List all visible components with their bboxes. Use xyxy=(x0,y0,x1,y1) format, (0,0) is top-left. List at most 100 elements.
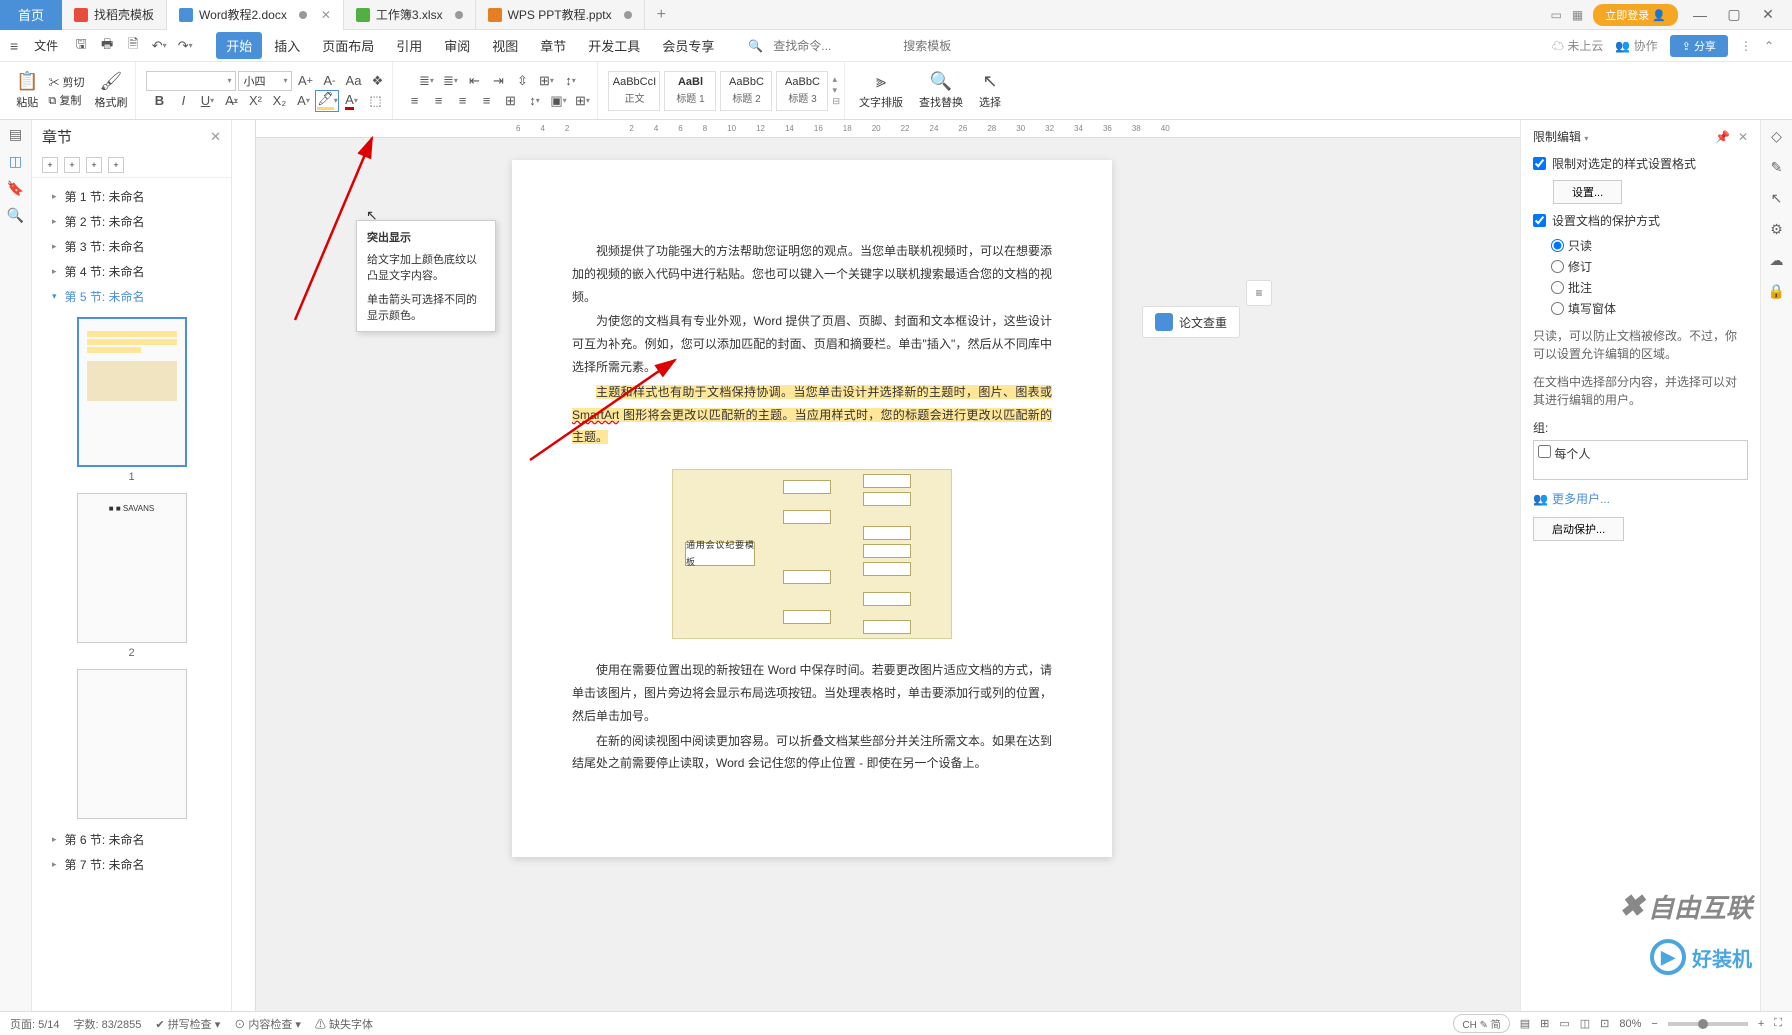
nav-item-5[interactable]: 第 5 节: 未命名 xyxy=(32,284,231,309)
style-h1[interactable]: AaBl标题 1 xyxy=(664,71,716,111)
rb-backup-icon[interactable]: ☁ xyxy=(1770,252,1784,269)
essay-check-button[interactable]: 论文查重 xyxy=(1142,306,1240,338)
zoom-label[interactable]: 80% xyxy=(1619,1018,1641,1030)
text-layout-button[interactable]: ⫸文字排版 xyxy=(855,71,907,110)
undo-icon[interactable]: ↶▾ xyxy=(148,35,170,57)
thumb-2[interactable]: ■ ■ SAVANS xyxy=(77,493,187,643)
save-icon[interactable]: 🖫 xyxy=(70,35,92,57)
style-h3[interactable]: AaBbC标题 3 xyxy=(776,71,828,111)
rb-select-icon[interactable]: ↖ xyxy=(1771,190,1783,207)
sb-page[interactable]: 页面: 5/14 xyxy=(10,1016,60,1032)
font-name-select[interactable]: ▾ xyxy=(146,71,236,91)
numbering-icon[interactable]: ≣▾ xyxy=(439,71,461,91)
highlight-color-icon[interactable]: 🖊▾ xyxy=(316,91,338,111)
fullscreen-icon[interactable]: ⛶ xyxy=(1774,1017,1782,1030)
indent-inc-icon[interactable]: ⇥ xyxy=(487,71,509,91)
share-button[interactable]: ⇪ 分享 xyxy=(1670,35,1728,57)
tab-ppt[interactable]: WPS PPT教程.pptx xyxy=(476,0,645,30)
sb-words[interactable]: 字数: 83/2855 xyxy=(74,1016,142,1032)
nav-tool-1[interactable]: + xyxy=(42,157,58,173)
close-window-icon[interactable]: ✕ xyxy=(1756,6,1780,23)
command-search-input[interactable] xyxy=(773,39,893,53)
menu-tab-section[interactable]: 章节 xyxy=(530,32,576,59)
menu-tab-dev[interactable]: 开发工具 xyxy=(578,32,650,59)
menu-tab-review[interactable]: 审阅 xyxy=(434,32,480,59)
print-icon[interactable]: 🖶 xyxy=(96,35,118,57)
align-center-icon[interactable]: ≡ xyxy=(427,91,449,111)
menu-tab-insert[interactable]: 插入 xyxy=(264,32,310,59)
paste-button[interactable]: 📋粘贴 xyxy=(12,71,42,110)
maximize-icon[interactable]: ▢ xyxy=(1722,6,1746,23)
tab-doc-active[interactable]: Word教程2.docx ✕ xyxy=(167,0,344,30)
view-mode-1-icon[interactable]: ▤ xyxy=(1520,1017,1530,1030)
layout-icon[interactable]: ▭ xyxy=(1551,8,1562,22)
close-icon[interactable]: ✕ xyxy=(321,8,331,22)
document-page[interactable]: 视频提供了功能强大的方法帮助您证明您的观点。当您单击联机视频时，可以在想要添加的… xyxy=(512,160,1112,857)
strike-icon[interactable]: A̶▾ xyxy=(220,91,242,111)
rp-start-protect-button[interactable]: 启动保护... xyxy=(1533,517,1624,541)
menu-tab-start[interactable]: 开始 xyxy=(216,32,262,59)
view-mode-2-icon[interactable]: ⊞ xyxy=(1540,1017,1549,1030)
tab-stops-icon[interactable]: ⊞▾ xyxy=(535,71,557,91)
change-case-icon[interactable]: Aa xyxy=(342,71,364,91)
outline-icon[interactable]: ▤ xyxy=(9,126,22,143)
indent-dec-icon[interactable]: ⇤ xyxy=(463,71,485,91)
format-painter-button[interactable]: 🖌格式刷 xyxy=(90,71,131,110)
search-panel-icon[interactable]: 🔍 xyxy=(7,207,24,224)
distribute-icon[interactable]: ⊞ xyxy=(499,91,521,111)
zoom-in-icon[interactable]: + xyxy=(1758,1018,1764,1030)
cloud-status[interactable]: ☁ 未上云 xyxy=(1552,37,1603,54)
align-right-icon[interactable]: ≡ xyxy=(451,91,473,111)
align-left-icon[interactable]: ≡ xyxy=(403,91,425,111)
nav-item-3[interactable]: 第 3 节: 未命名 xyxy=(32,234,231,259)
nav-tool-4[interactable]: + xyxy=(108,157,124,173)
bullets-icon[interactable]: ≣▾ xyxy=(415,71,437,91)
style-normal[interactable]: AaBbCcI正文 xyxy=(608,71,660,111)
shrink-font-icon[interactable]: A- xyxy=(318,71,340,91)
nav-item-2[interactable]: 第 2 节: 未命名 xyxy=(32,209,231,234)
ruler-horizontal[interactable]: 642 246 81012 141618 202224 262830 32343… xyxy=(256,120,1520,138)
char-border-icon[interactable]: ⬚ xyxy=(364,91,386,111)
zoom-slider[interactable] xyxy=(1668,1022,1748,1026)
file-menu[interactable]: 文件 xyxy=(26,35,66,56)
nav-item-6[interactable]: 第 6 节: 未命名 xyxy=(32,827,231,852)
rp-settings-button[interactable]: 设置... xyxy=(1553,180,1622,204)
cut-button[interactable]: ✂ 剪切 xyxy=(48,74,84,90)
rb-lock-icon[interactable]: 🔒 xyxy=(1768,283,1785,300)
menu-tab-layout[interactable]: 页面布局 xyxy=(312,32,384,59)
font-size-select[interactable]: 小四▾ xyxy=(238,71,292,91)
menu-tab-view[interactable]: 视图 xyxy=(482,32,528,59)
rb-settings-icon[interactable]: ⚙ xyxy=(1770,221,1783,238)
view-mode-5-icon[interactable]: ⊡ xyxy=(1600,1017,1609,1030)
sb-missing-font[interactable]: ⚠ 缺失字体 xyxy=(315,1016,373,1032)
thumb-1[interactable] xyxy=(77,317,187,467)
nav-item-7[interactable]: 第 7 节: 未命名 xyxy=(32,852,231,877)
add-tab-button[interactable]: + xyxy=(645,6,678,24)
para-spacing-icon[interactable]: ⇳ xyxy=(511,71,533,91)
find-replace-button[interactable]: 🔍查找替换 xyxy=(915,71,967,110)
redo-icon[interactable]: ↷▾ xyxy=(174,35,196,57)
print-preview-icon[interactable]: 🗎 xyxy=(122,35,144,57)
rb-edit-icon[interactable]: ✎ xyxy=(1771,159,1783,176)
menu-tab-ref[interactable]: 引用 xyxy=(386,32,432,59)
nav-item-4[interactable]: 第 4 节: 未命名 xyxy=(32,259,231,284)
login-button[interactable]: 立即登录 👤 xyxy=(1593,4,1678,26)
rp-radio-comment[interactable] xyxy=(1551,281,1564,294)
nav-close-icon[interactable]: ✕ xyxy=(210,129,221,145)
text-effects-icon[interactable]: A▾ xyxy=(292,91,314,111)
more-icon[interactable]: ⋮ xyxy=(1740,39,1752,53)
sb-ime[interactable]: CH ✎ 简 xyxy=(1453,1014,1509,1033)
nav-tool-3[interactable]: + xyxy=(86,157,102,173)
style-scroll-down-icon[interactable]: ▾ xyxy=(832,85,840,96)
coop-button[interactable]: 👥 协作 xyxy=(1615,37,1657,54)
thumb-3[interactable] xyxy=(77,669,187,819)
style-scroll-up-icon[interactable]: ▴ xyxy=(832,74,840,85)
shading-icon[interactable]: ▣▾ xyxy=(547,91,569,111)
view-mode-3-icon[interactable]: ▭ xyxy=(1559,1017,1569,1030)
tab-template[interactable]: 找稻壳模板 xyxy=(62,0,167,30)
minimize-icon[interactable]: — xyxy=(1688,7,1712,23)
sb-spell[interactable]: ✔ 拼写检查 ▾ xyxy=(155,1016,220,1032)
rp-chk1[interactable] xyxy=(1533,157,1546,170)
menu-tab-member[interactable]: 会员专享 xyxy=(652,32,724,59)
copy-button[interactable]: ⧉ 复制 xyxy=(48,92,84,108)
